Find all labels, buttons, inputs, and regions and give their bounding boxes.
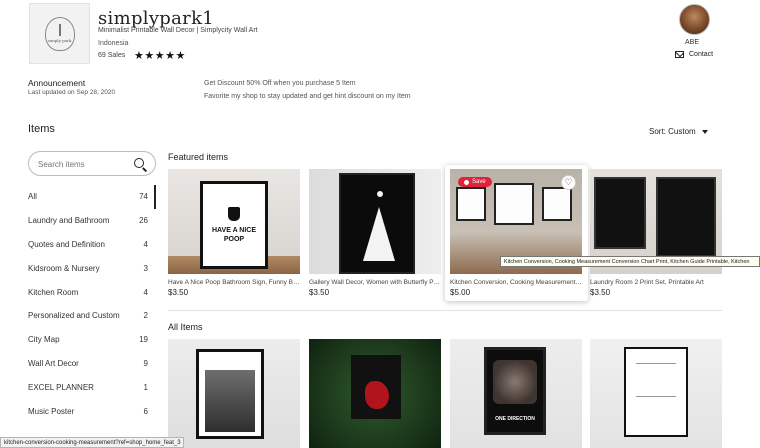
owner-name[interactable]: ABE (685, 39, 699, 46)
category-count: 2 (143, 311, 148, 321)
category-label: Kitchen Room (28, 287, 79, 297)
shop-logo-text: simply park (47, 38, 72, 43)
featured-card[interactable]: Gallery Wall Decor, Women with Butterfly… (309, 169, 441, 297)
announcement-text-1: Get Discount 50% Off when you purchase 5… (204, 80, 356, 87)
contact-label: Contact (689, 51, 714, 58)
product-price: $3.50 (168, 288, 189, 297)
category-item-quotes[interactable]: Quotes and Definition 4 (28, 233, 156, 257)
category-label: Laundry and Bathroom (28, 216, 110, 226)
featured-card[interactable]: Save ♡ Kitchen Conversion, Cooking Measu… (450, 169, 582, 297)
save-button[interactable]: Save (458, 177, 492, 187)
product-card[interactable] (590, 339, 722, 448)
product-price: $5.00 (450, 288, 471, 297)
product-card[interactable]: ONE DIRECTION (450, 339, 582, 448)
category-count: 4 (143, 239, 148, 249)
featured-heading: Featured items (168, 152, 229, 162)
product-title[interactable]: Kitchen Conversion, Cooking Measurement … (450, 279, 582, 286)
owner-avatar[interactable] (679, 4, 710, 35)
shop-location: Indonesia (98, 40, 129, 47)
announcement-updated: Last updated on Sep 28, 2020 (28, 89, 116, 96)
category-item-music-poster[interactable]: Music Poster 6 (28, 399, 156, 423)
search-input[interactable] (38, 157, 128, 171)
product-title[interactable]: Gallery Wall Decor, Women with Butterfly… (309, 279, 441, 286)
category-count: 3 (143, 263, 148, 273)
featured-card[interactable]: Laundry Room 2 Print Set, Printable Art … (590, 169, 722, 297)
category-count: 4 (143, 287, 148, 297)
star-rating[interactable]: ★★★★★ (134, 49, 186, 62)
announcement-text-2: Favorite my shop to stay updated and get… (204, 93, 411, 100)
category-label: EXCEL PLANNER (28, 382, 94, 392)
product-image[interactable]: HAVE A NICE POOP (168, 169, 300, 274)
poster-text: ONE DIRECTION (495, 416, 535, 422)
category-item-kitchen[interactable]: Kitchen Room 4 (28, 280, 156, 304)
heart-icon[interactable]: ♡ (561, 175, 576, 190)
shop-tagline: Minimalist Printable Wall Decor | Simply… (98, 27, 258, 34)
search-icon[interactable] (134, 158, 144, 168)
shop-name: simplypark1 (98, 8, 215, 29)
shop-logo[interactable]: simply park (29, 3, 90, 64)
category-list: All 74 Laundry and Bathroom 26 Quotes and … (28, 185, 156, 423)
save-label: Save (472, 179, 486, 185)
sort-dropdown[interactable]: Sort: Custom (649, 127, 708, 136)
chevron-down-icon (701, 129, 708, 134)
category-item-laundry[interactable]: Laundry and Bathroom 26 (28, 209, 156, 233)
pin-icon (464, 179, 469, 185)
category-label: Wall Art Decor (28, 358, 79, 368)
shop-sales-count[interactable]: 69 Sales (98, 52, 125, 59)
category-label: Kidsroom & Nursery (28, 263, 100, 273)
product-image[interactable] (309, 169, 441, 274)
product-price: $3.50 (309, 288, 330, 297)
category-item-wall-art[interactable]: Wall Art Decor 9 (28, 352, 156, 376)
category-item-kidsroom[interactable]: Kidsroom & Nursery 3 (28, 256, 156, 280)
category-count: 1 (143, 382, 148, 392)
active-category-indicator (154, 185, 156, 209)
browser-status-bar: kitchen-conversion-cooking-measurement?r… (0, 437, 184, 448)
product-price: $3.50 (590, 288, 611, 297)
category-item-excel-planner[interactable]: EXCEL PLANNER 1 (28, 375, 156, 399)
product-title[interactable]: Have A Nice Poop Bathroom Sign, Funny Ba… (168, 279, 300, 286)
category-label: Quotes and Definition (28, 239, 105, 249)
sort-label: Sort: Custom (649, 127, 696, 136)
category-count: 6 (143, 406, 148, 416)
toilet-icon (228, 206, 240, 221)
items-heading: Items (28, 123, 55, 135)
category-label: All (28, 192, 37, 202)
all-items-heading: All Items (168, 322, 203, 332)
contact-button[interactable]: Contact (675, 51, 713, 58)
search-box (28, 151, 156, 176)
featured-card[interactable]: HAVE A NICE POOP Have A Nice Poop Bathro… (168, 169, 300, 297)
section-divider (168, 310, 722, 311)
category-count: 26 (139, 216, 148, 226)
category-label: Music Poster (28, 406, 75, 416)
announcement-title: Announcement (28, 78, 86, 88)
category-label: City Map (28, 335, 60, 345)
category-item-all[interactable]: All 74 (28, 185, 156, 209)
category-count: 74 (139, 192, 148, 202)
shop-logo-mark: simply park (44, 16, 75, 51)
category-item-city-map[interactable]: City Map 19 (28, 328, 156, 352)
poster-text: HAVE A NICE POOP (211, 226, 257, 243)
product-card[interactable] (309, 339, 441, 448)
product-title[interactable]: Laundry Room 2 Print Set, Printable Art (590, 279, 722, 286)
category-count: 9 (143, 358, 148, 368)
mail-icon (675, 51, 684, 58)
category-label: Personalized and Custom (28, 311, 120, 321)
product-tooltip: Kitchen Conversion, Cooking Measurement … (500, 256, 760, 267)
category-count: 19 (139, 335, 148, 345)
category-item-personalized[interactable]: Personalized and Custom 2 (28, 304, 156, 328)
product-card[interactable] (168, 339, 300, 448)
